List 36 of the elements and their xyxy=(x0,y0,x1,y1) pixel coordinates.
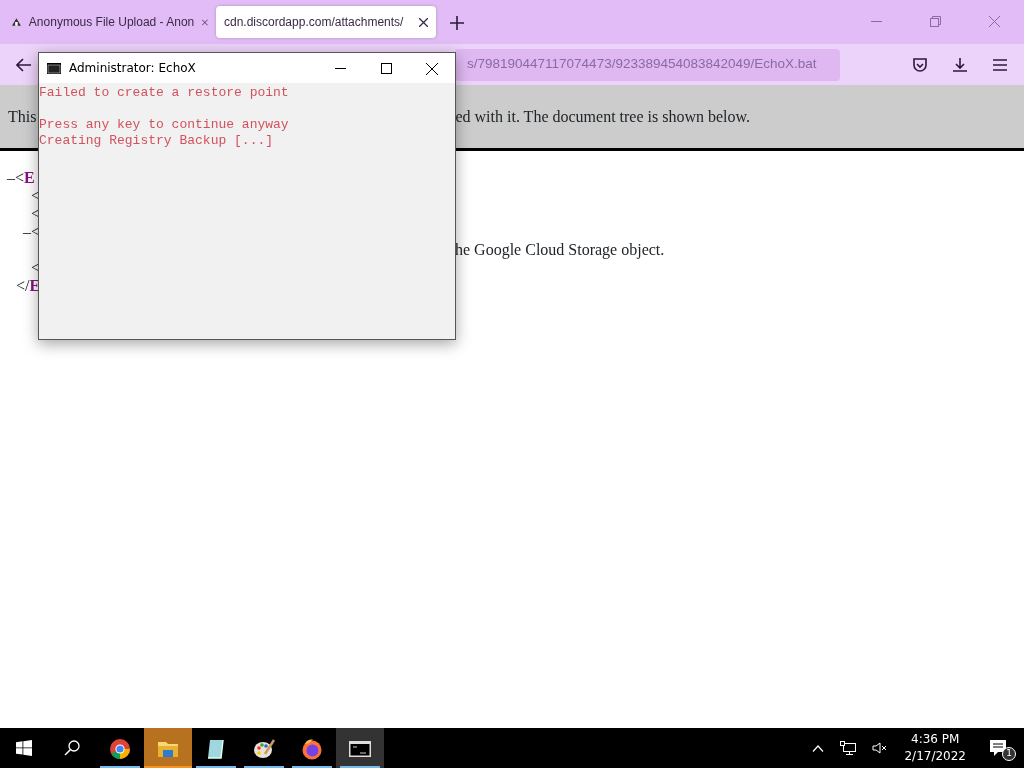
console-line: Creating Registry Backup [...] xyxy=(39,133,275,149)
notification-icon xyxy=(990,739,1006,756)
banner-text: This xyxy=(8,106,37,127)
close-tab-icon[interactable] xyxy=(419,17,428,27)
site-icon xyxy=(12,16,21,28)
back-icon[interactable] xyxy=(16,57,32,72)
console-line: Failed to create a restore point xyxy=(39,85,290,101)
network-icon[interactable] xyxy=(840,741,857,755)
console-line: Press any key to continue anyway xyxy=(39,117,290,133)
banner-text: ed with it. The document tree is shown below. xyxy=(455,106,751,127)
browser-tab[interactable]: cdn.discordapp.com/attachments/ xyxy=(216,6,436,38)
new-tab-icon[interactable] xyxy=(450,16,464,30)
notepad-icon xyxy=(205,737,227,760)
palette-icon xyxy=(253,737,275,760)
close-icon[interactable] xyxy=(989,16,1000,27)
restore-icon[interactable] xyxy=(930,16,941,27)
clock[interactable]: 4:36 PM 2/17/2022 xyxy=(904,731,966,765)
chevron-up-icon[interactable] xyxy=(812,744,825,752)
firefox-icon xyxy=(301,737,323,760)
element-text: he Google Cloud Storage object. xyxy=(455,241,665,258)
muted-speaker-icon[interactable] xyxy=(872,742,889,754)
chrome-icon xyxy=(109,737,131,760)
notification-button[interactable]: 1 xyxy=(990,735,1016,761)
close-icon xyxy=(426,62,438,75)
download-icon[interactable] xyxy=(952,56,968,73)
menu-icon[interactable] xyxy=(992,57,1008,72)
windows-start-icon[interactable] xyxy=(16,740,32,756)
search-icon[interactable] xyxy=(64,740,80,756)
pocket-icon[interactable] xyxy=(912,56,928,73)
taskbar-button[interactable] xyxy=(336,728,384,768)
notification-count: 1 xyxy=(1002,747,1016,761)
window-title: Administrator: EchoX xyxy=(69,60,196,77)
maximize-icon xyxy=(380,63,392,74)
xml-tag: –<E xyxy=(7,169,35,186)
browser-tab[interactable]: Anonymous File Upload - Anon xyxy=(4,6,216,38)
console-icon xyxy=(47,62,61,74)
